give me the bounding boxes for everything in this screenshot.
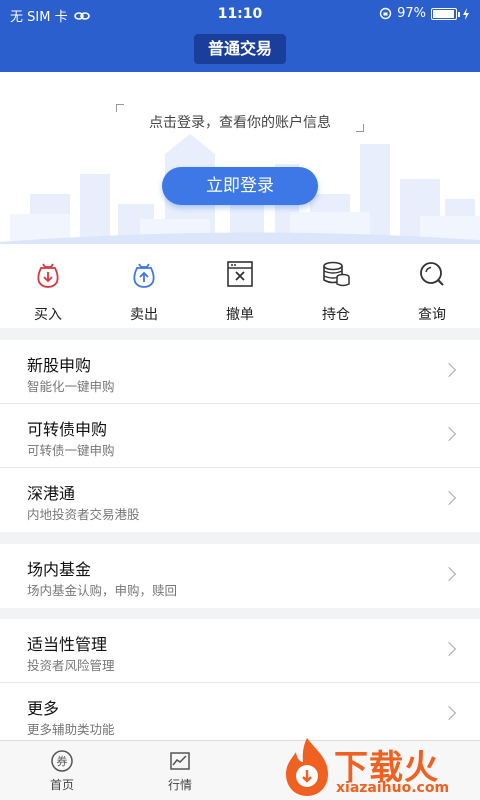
menu-item-title: 更多 xyxy=(27,699,60,718)
menu-item-convertible-bond[interactable]: 可转债申购 可转债一键申购 xyxy=(0,404,480,468)
menu-item-subtitle: 场内基金认购，申购，赎回 xyxy=(27,583,178,598)
chevron-right-icon xyxy=(441,705,457,721)
market-chart-icon xyxy=(170,752,190,770)
hint-bracket-left xyxy=(116,104,124,112)
menu-item-title: 深港通 xyxy=(27,484,76,503)
quick-actions: 买入 卖出 撤单 持仓 查询 xyxy=(0,244,480,328)
menu-item-subtitle: 可转债一键申购 xyxy=(27,443,115,458)
menu-item-subtitle: 智能化一键申购 xyxy=(27,379,115,394)
action-label: 买入 xyxy=(34,307,62,323)
battery-fill xyxy=(433,9,455,18)
menu-group-3: 适当性管理 投资者风险管理 更多 更多辅助类功能 xyxy=(0,619,480,747)
login-button[interactable]: 立即登录 xyxy=(162,167,318,205)
menu-item-subtitle: 内地投资者交易港股 xyxy=(27,507,140,522)
charging-icon xyxy=(463,7,469,20)
menu-item-suitability[interactable]: 适当性管理 投资者风险管理 xyxy=(0,619,480,683)
watermark-logo: 下载火 xiazaihuo.com xyxy=(278,734,480,800)
menu-item-title: 适当性管理 xyxy=(27,635,108,654)
holdings-icon xyxy=(323,261,350,287)
home-icon: 券 xyxy=(51,750,73,772)
tab-home[interactable]: 券 首页 xyxy=(2,741,122,800)
action-label: 卖出 xyxy=(130,307,158,323)
menu-item-title: 新股申购 xyxy=(27,356,92,375)
action-buy[interactable]: 买入 xyxy=(0,244,96,328)
rotation-lock-icon xyxy=(379,7,392,20)
search-icon xyxy=(420,262,444,286)
svg-text:券: 券 xyxy=(57,754,68,768)
action-label: 持仓 xyxy=(322,307,350,323)
menu-item-shenzhen-hk-connect[interactable]: 深港通 内地投资者交易港股 xyxy=(0,468,480,532)
status-right: 97% xyxy=(379,6,470,21)
action-cancel-order[interactable]: 撤单 xyxy=(192,244,288,328)
menu-group-2: 场内基金 场内基金认购，申购，赎回 xyxy=(0,544,480,608)
chevron-right-icon xyxy=(441,490,457,506)
action-holdings[interactable]: 持仓 xyxy=(288,244,384,328)
cancel-order-icon xyxy=(227,261,253,287)
tab-market[interactable]: 行情 xyxy=(120,741,240,800)
action-query[interactable]: 查询 xyxy=(384,244,480,328)
action-label: 查询 xyxy=(418,307,446,323)
flame-logo-icon xyxy=(286,738,328,796)
watermark-url: xiazaihuo.com xyxy=(336,780,450,796)
menu-item-title: 场内基金 xyxy=(27,560,92,579)
menu-group-1: 新股申购 智能化一键申购 可转债申购 可转债一键申购 深港通 内地投资者交易港股 xyxy=(0,340,480,532)
page-title[interactable]: 普通交易 xyxy=(194,34,286,64)
tab-label: 首页 xyxy=(49,778,74,792)
menu-item-exchange-funds[interactable]: 场内基金 场内基金认购，申购，赎回 xyxy=(0,544,480,608)
login-hint[interactable]: 点击登录，查看你的账户信息 xyxy=(0,112,480,132)
menu-item-subtitle: 投资者风险管理 xyxy=(27,658,115,673)
buy-icon xyxy=(37,263,59,288)
nav-bar: 普通交易 xyxy=(0,28,480,72)
tab-label: 行情 xyxy=(167,778,192,792)
status-bar: 无 SIM 卡 11:10 97% xyxy=(0,0,480,28)
chevron-right-icon xyxy=(441,362,457,378)
hint-bracket-right xyxy=(356,124,364,132)
action-label: 撤单 xyxy=(226,307,254,323)
battery-percent: 97% xyxy=(397,6,426,21)
login-banner: 点击登录，查看你的账户信息 立即登录 xyxy=(0,72,480,244)
action-sell[interactable]: 卖出 xyxy=(96,244,192,328)
chevron-right-icon xyxy=(441,641,457,657)
chevron-right-icon xyxy=(441,566,457,582)
menu-item-subtitle: 更多辅助类功能 xyxy=(27,722,115,737)
battery-icon xyxy=(431,7,460,20)
menu-item-ipo-subscription[interactable]: 新股申购 智能化一键申购 xyxy=(0,340,480,404)
sell-icon xyxy=(133,263,155,288)
chevron-right-icon xyxy=(441,426,457,442)
menu-item-title: 可转债申购 xyxy=(27,420,108,439)
